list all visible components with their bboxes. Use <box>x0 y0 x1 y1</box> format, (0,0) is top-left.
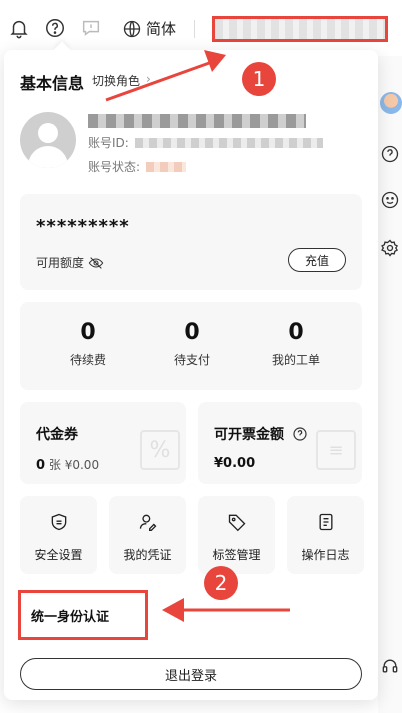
account-id-label: 账号ID: <box>88 136 129 150</box>
stat-label: 待支付 <box>173 353 210 367</box>
headset-icon[interactable] <box>380 656 400 676</box>
balance-card: ********* 可用额度 充值 <box>20 194 362 290</box>
bell-icon[interactable] <box>8 17 30 39</box>
user-key-icon <box>139 514 156 531</box>
invoice-title-row: 可开票金额 <box>214 424 308 444</box>
coupon-title: 代金券 <box>36 427 78 443</box>
tile-label: 我的凭证 <box>123 548 172 562</box>
account-status-label: 账号状态: <box>88 160 141 174</box>
invoice-amount: ¥0.00 <box>214 456 256 471</box>
recharge-button[interactable]: 充值 <box>288 248 346 272</box>
eye-off-icon[interactable] <box>88 256 104 270</box>
account-id-value <box>134 137 323 148</box>
stat-tickets[interactable]: 0 我的工单 <box>246 320 346 368</box>
account-status-row: 账号状态: <box>88 158 187 175</box>
gear-icon[interactable] <box>380 238 400 258</box>
account-menu-trigger[interactable] <box>212 16 388 42</box>
assistant-avatar-icon[interactable] <box>380 92 402 114</box>
stat-value: 0 <box>288 320 304 345</box>
stat-value: 0 <box>80 320 96 345</box>
stat-label: 待续费 <box>69 353 106 367</box>
tile-my-credentials[interactable]: 我的凭证 <box>109 496 186 574</box>
help-icon[interactable] <box>44 17 66 39</box>
account-status-value <box>146 161 187 172</box>
stat-value: 0 <box>184 320 200 345</box>
language-switch[interactable]: 简体 <box>122 18 176 39</box>
tile-security-settings[interactable]: 安全设置 <box>20 496 97 574</box>
tile-tag-management[interactable]: 标签管理 <box>198 496 275 574</box>
invoice-title: 可开票金额 <box>214 427 284 443</box>
tile-operation-log[interactable]: 操作日志 <box>287 496 364 574</box>
coupon-unit: 张 <box>48 458 61 472</box>
panel-title: 基本信息 <box>20 74 85 93</box>
tile-label: 操作日志 <box>301 548 350 562</box>
globe-icon <box>123 20 141 37</box>
divider <box>194 20 195 38</box>
available-credit: 可用额度 <box>36 254 104 271</box>
invoice-document-icon: ≡ <box>316 430 356 470</box>
user-name <box>88 114 306 128</box>
tile-label: 安全设置 <box>34 548 83 562</box>
coupon-count: 0 <box>36 458 46 473</box>
stat-renewal[interactable]: 0 待续费 <box>38 320 138 368</box>
invoice-card[interactable]: 可开票金额 ¥0.00 ≡ <box>198 402 362 484</box>
coupon-value: 0 张 ¥0.00 <box>36 456 99 473</box>
annotation-badge-1: 1 <box>242 62 276 96</box>
account-dropdown-panel: 基本信息 切换角色 › 账号ID: 账号状态: ********* 可用额度 充… <box>4 41 378 700</box>
chevron-right-icon: › <box>146 72 151 86</box>
unified-identity-auth-button[interactable]: 统一身份认证 <box>18 590 148 640</box>
smile-icon[interactable] <box>380 190 400 210</box>
message-icon[interactable] <box>80 17 102 39</box>
shield-icon <box>51 513 66 531</box>
tile-label: 标签管理 <box>212 548 261 562</box>
logout-button[interactable]: 退出登录 <box>20 658 362 690</box>
annotation-badge-2: 2 <box>204 566 238 600</box>
invoice-value: ¥0.00 <box>214 456 255 471</box>
order-stats-card: 0 待续费 0 待支付 0 我的工单 <box>20 302 362 390</box>
help-icon[interactable] <box>292 426 308 442</box>
avatar <box>20 112 76 168</box>
stat-label: 我的工单 <box>271 353 320 367</box>
log-icon <box>319 513 332 531</box>
switch-role-link[interactable]: 切换角色 <box>92 72 140 89</box>
stat-pending-payment[interactable]: 0 待支付 <box>142 320 242 368</box>
help-icon[interactable] <box>380 144 400 164</box>
account-id-row: 账号ID: <box>88 134 323 151</box>
coupon-amount: ¥0.00 <box>64 458 100 472</box>
coupon-percent-icon: % <box>140 430 180 470</box>
tag-icon <box>228 514 245 532</box>
balance-masked: ********* <box>36 216 130 237</box>
available-credit-label: 可用额度 <box>36 256 85 270</box>
coupon-card[interactable]: 代金券 0 张 ¥0.00 % <box>20 402 186 484</box>
language-label: 简体 <box>146 20 177 38</box>
